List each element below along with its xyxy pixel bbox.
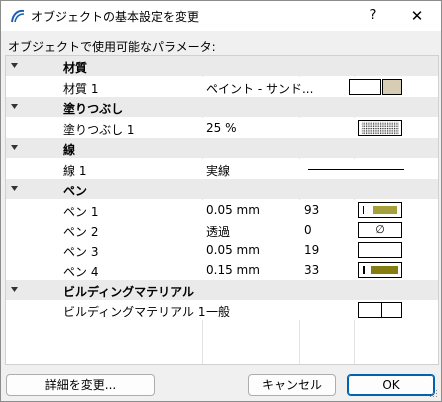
param-value: 0.15 mm <box>206 263 260 277</box>
material-color-swatch[interactable] <box>382 79 402 95</box>
collapse-arrow-icon[interactable] <box>10 61 19 70</box>
collapse-arrow-icon[interactable] <box>10 102 19 111</box>
ok-button[interactable]: OK <box>347 374 435 396</box>
param-name: 材質 1 <box>63 82 99 96</box>
pen-color-swatch[interactable] <box>358 262 402 278</box>
param-name: ペン 3 <box>63 245 99 259</box>
category-material[interactable]: 材質 <box>6 56 438 76</box>
param-value: 0.05 mm <box>206 203 260 217</box>
param-name: ペン 1 <box>63 205 99 219</box>
category-label: 材質 <box>63 61 88 75</box>
param-name: ペン 4 <box>63 265 99 279</box>
param-value: 0.05 mm <box>206 243 260 257</box>
param-row-pen-3[interactable]: ペン 3 0.05 mm 19 <box>6 240 438 260</box>
archicad-app-icon <box>11 9 25 23</box>
param-value: 透過 <box>206 225 231 239</box>
close-button[interactable]: ✕ <box>397 4 437 28</box>
dialog-title: オブジェクトの基本設定を変更 <box>31 10 200 24</box>
param-value: ペイント - サンド... <box>206 82 314 96</box>
pen-number: 19 <box>304 243 320 257</box>
fill-pattern-swatch[interactable] <box>358 120 402 136</box>
pen-weight-marker <box>363 266 365 274</box>
pen-number: 0 <box>304 223 312 237</box>
pen-color-fill <box>373 206 397 214</box>
pen-color-swatch[interactable] <box>358 202 402 218</box>
parameters-heading: オブジェクトで使用可能なパラメータ: <box>8 40 216 54</box>
help-button[interactable]: ? <box>359 4 387 28</box>
line-type-preview[interactable] <box>308 169 404 170</box>
dialog-window: オブジェクトの基本設定を変更 ? ✕ オブジェクトで使用可能なパラメータ: 材質… <box>0 0 442 402</box>
param-row-pen-2[interactable]: ペン 2 透過 0 ∅ <box>6 220 438 240</box>
param-row-building-material-1[interactable]: ビルディングマテリアル 1 一般 <box>6 300 438 320</box>
param-value: 実線 <box>206 164 231 178</box>
change-details-button[interactable]: 詳細を変更... <box>6 374 155 396</box>
param-name: 塗りつぶし 1 <box>63 123 135 137</box>
cancel-button[interactable]: キャンセル <box>248 374 336 396</box>
collapse-arrow-icon[interactable] <box>10 285 19 294</box>
resize-grip-icon[interactable] <box>428 388 438 398</box>
param-row-material-1[interactable]: 材質 1 ペイント - サンド... <box>6 77 438 97</box>
category-pen[interactable]: ペン <box>6 179 438 199</box>
category-label: 線 <box>63 143 76 157</box>
category-building-material[interactable]: ビルディングマテリアル <box>6 280 438 300</box>
parameter-list: 材質 材質 1 ペイント - サンド... 塗りつぶし 塗りつぶし 1 25 % <box>5 55 439 365</box>
pen-number: 93 <box>304 203 320 217</box>
category-line[interactable]: 線 <box>6 138 438 158</box>
param-name: ビルディングマテリアル 1 <box>63 305 206 319</box>
category-label: 塗りつぶし <box>63 102 124 116</box>
pen-weight-marker <box>363 206 364 214</box>
param-name: 線 1 <box>63 164 87 178</box>
category-label: ペン <box>63 184 88 198</box>
category-label: ビルディングマテリアル <box>63 285 195 299</box>
collapse-arrow-icon[interactable] <box>10 184 19 193</box>
pen-number: 33 <box>304 263 320 277</box>
param-row-fill-1[interactable]: 塗りつぶし 1 25 % <box>6 118 438 138</box>
pen-color-fill <box>371 266 398 274</box>
param-row-line-1[interactable]: 線 1 実線 <box>6 159 438 179</box>
param-value: 一般 <box>206 305 231 319</box>
param-value: 25 % <box>206 121 237 135</box>
building-material-swatch[interactable] <box>381 302 402 318</box>
collapse-arrow-icon[interactable] <box>10 143 19 152</box>
title-bar: オブジェクトの基本設定を変更 ? ✕ <box>1 1 441 31</box>
building-material-swatch[interactable] <box>358 302 382 318</box>
param-row-pen-4[interactable]: ペン 4 0.15 mm 33 <box>6 260 438 280</box>
param-name: ペン 2 <box>63 225 99 239</box>
material-swatch-empty[interactable] <box>349 79 381 95</box>
pen-color-swatch[interactable] <box>358 242 402 258</box>
category-fill[interactable]: 塗りつぶし <box>6 97 438 117</box>
empty-set-icon: ∅ <box>375 223 385 236</box>
pen-transparent-swatch[interactable]: ∅ <box>358 222 402 238</box>
param-row-pen-1[interactable]: ペン 1 0.05 mm 93 <box>6 200 438 220</box>
